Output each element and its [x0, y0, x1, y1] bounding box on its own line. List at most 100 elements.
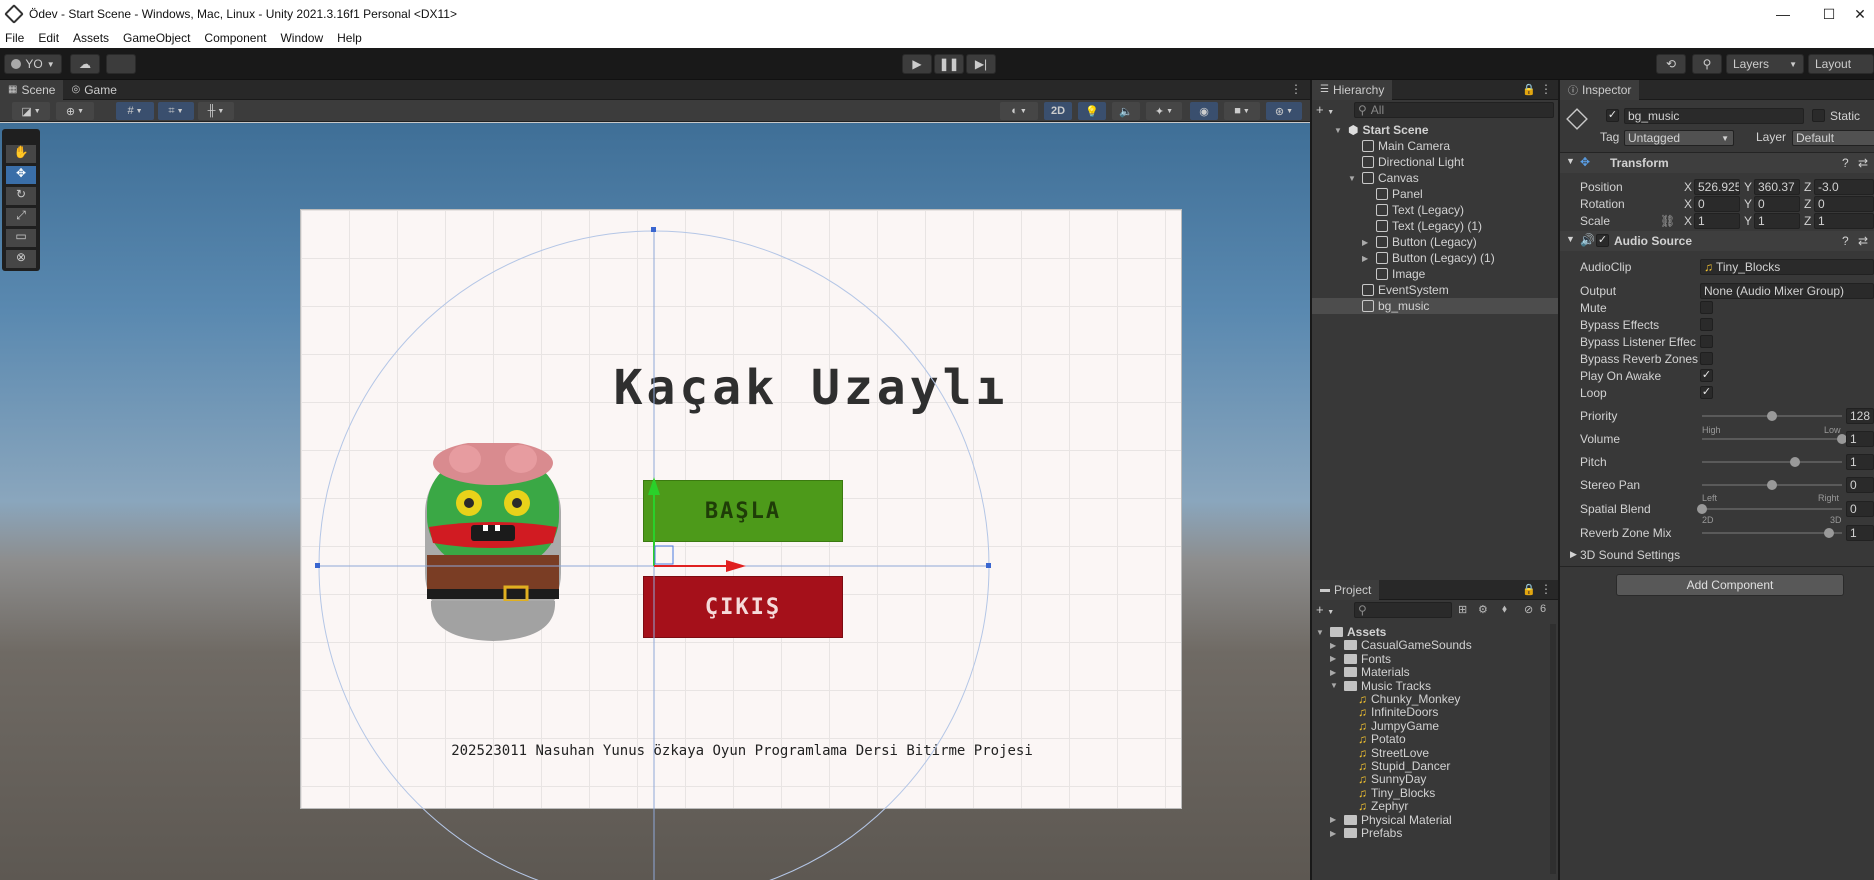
stereo-pan-value-field[interactable]: 0: [1846, 477, 1874, 493]
reverb-zone-mix-slider[interactable]: [1702, 528, 1842, 538]
draw-mode-button[interactable]: ◪ ▼: [12, 102, 50, 120]
expand-down-icon[interactable]: ▼: [1330, 681, 1340, 690]
expand-right-icon[interactable]: ▶: [1330, 654, 1340, 663]
settings-icon[interactable]: ⇄: [1858, 234, 1868, 248]
slider-handle[interactable]: [1824, 528, 1835, 538]
loop-checkbox[interactable]: ✓: [1700, 386, 1713, 399]
spatial-blend-slider[interactable]: [1697, 504, 1842, 514]
close-icon[interactable]: ✕: [1846, 0, 1874, 28]
tag-dropdown[interactable]: Untagged ▼: [1624, 130, 1734, 146]
start-button[interactable]: BAŞLA: [643, 480, 843, 542]
rotate-tool-icon[interactable]: ↻: [6, 187, 36, 205]
snap-increment-button[interactable]: ⌗ ▼: [158, 102, 194, 120]
menu-file[interactable]: File: [0, 31, 31, 45]
exit-button[interactable]: ÇIKIŞ: [643, 576, 843, 638]
account-button[interactable]: YO ▼: [4, 54, 62, 74]
audio-toggle[interactable]: 🔈: [1112, 102, 1140, 120]
global-toggle-button[interactable]: ⊕ ▼: [56, 102, 94, 120]
lighting-toggle[interactable]: 💡: [1078, 102, 1106, 120]
settings-icon[interactable]: ⇄: [1858, 156, 1868, 170]
tab-game[interactable]: ◎ Game: [63, 80, 124, 100]
search-button[interactable]: ⚲: [1692, 54, 1722, 74]
collab-button[interactable]: [106, 54, 136, 74]
visibility-toggle[interactable]: ◉: [1190, 102, 1218, 120]
scale-tool-icon[interactable]: ⤢: [6, 208, 36, 226]
history-button[interactable]: ⟲: [1656, 54, 1686, 74]
footer-credit-text[interactable]: 202523011 Nasuhan Yunus özkaya Oyun Prog…: [301, 743, 1183, 759]
mute-checkbox[interactable]: [1700, 301, 1713, 314]
tab-hierarchy[interactable]: ☰ Hierarchy: [1312, 79, 1393, 100]
bypass-effects-checkbox[interactable]: [1700, 318, 1713, 331]
pitch-value-field[interactable]: 1: [1846, 454, 1874, 470]
menu-window[interactable]: Window: [273, 31, 330, 45]
hierarchy-item[interactable]: Text (Legacy) (1): [1362, 218, 1482, 234]
step-button[interactable]: ▶|: [966, 54, 996, 74]
add-component-button[interactable]: Add Component: [1616, 574, 1844, 596]
type-filter-icon[interactable]: ⚙: [1478, 603, 1488, 616]
gizmos-button[interactable]: ⊛ ▼: [1266, 102, 1302, 120]
hierarchy-search-input[interactable]: ⚲ All: [1354, 102, 1554, 118]
stereo-pan-slider[interactable]: [1702, 480, 1842, 490]
layout-dropdown[interactable]: Layout: [1808, 54, 1874, 74]
bypass-listener-checkbox[interactable]: [1700, 335, 1713, 348]
expand-down-icon[interactable]: ▼: [1348, 174, 1358, 183]
hierarchy-item[interactable]: Main Camera: [1348, 138, 1450, 154]
position-x-field[interactable]: 526.925: [1694, 179, 1740, 195]
project-search-input[interactable]: ⚲: [1354, 602, 1452, 618]
mode-2d-toggle[interactable]: 2D: [1044, 102, 1072, 120]
transform-component-header[interactable]: ▼ ✥ Transform ? ⇄: [1560, 153, 1874, 173]
object-name-field[interactable]: bg_music: [1624, 108, 1804, 124]
label-filter-icon[interactable]: ⬧: [1502, 603, 1507, 616]
menu-gameobject[interactable]: GameObject: [116, 31, 197, 45]
slider-handle[interactable]: [1767, 411, 1777, 421]
layers-dropdown[interactable]: Layers ▼: [1726, 54, 1804, 74]
lock-icon[interactable]: 🔒: [1522, 583, 1536, 596]
scale-z-field[interactable]: 1: [1814, 213, 1874, 229]
menu-component[interactable]: Component: [197, 31, 273, 45]
position-y-field[interactable]: 360.37: [1754, 179, 1800, 195]
tab-inspector[interactable]: ⓘ Inspector: [1560, 79, 1640, 100]
scene-viewport[interactable]: ✋ ✥ ↻ ⤢ ▭ ⊗ Kaçak Uzaylı BAŞLA ÇIKIŞ 202…: [0, 123, 1310, 880]
menu-help[interactable]: Help: [330, 31, 369, 45]
hierarchy-item[interactable]: Text (Legacy): [1362, 202, 1464, 218]
help-icon[interactable]: ?: [1842, 234, 1849, 248]
lock-icon[interactable]: 🔒: [1522, 83, 1536, 96]
volume-value-field[interactable]: 1: [1846, 431, 1874, 447]
priority-slider[interactable]: [1702, 411, 1842, 421]
sound-settings-foldout[interactable]: ▶ 3D Sound Settings: [1564, 546, 1764, 564]
active-checkbox[interactable]: ✓: [1606, 109, 1619, 122]
align-button[interactable]: ╫ ▼: [198, 102, 234, 120]
audio-source-component-header[interactable]: ▼ 🔊 ✓ Audio Source ? ⇄: [1560, 231, 1874, 251]
scale-y-field[interactable]: 1: [1754, 213, 1800, 229]
search-filter-icon[interactable]: ⊞: [1458, 603, 1467, 616]
menu-assets[interactable]: Assets: [66, 31, 116, 45]
more-menu-icon[interactable]: ⋮: [1540, 82, 1552, 96]
hierarchy-item[interactable]: EventSystem: [1348, 282, 1449, 298]
slider-handle[interactable]: [1767, 480, 1777, 490]
ui-canvas[interactable]: Kaçak Uzaylı BAŞLA ÇIKIŞ 202523011 Nasuh…: [300, 209, 1182, 809]
game-title-text[interactable]: Kaçak Uzaylı: [531, 360, 1091, 416]
rect-tool-icon[interactable]: ▭: [6, 229, 36, 247]
hand-tool-icon[interactable]: ✋: [6, 145, 36, 163]
expand-right-icon[interactable]: ▶: [1330, 815, 1340, 824]
effects-toggle[interactable]: ✦ ▼: [1146, 102, 1182, 120]
rotation-x-field[interactable]: 0: [1694, 196, 1740, 212]
reverb-zone-mix-value-field[interactable]: 1: [1846, 525, 1874, 541]
pitch-slider[interactable]: [1702, 457, 1842, 467]
add-object-button[interactable]: + ▼: [1316, 102, 1344, 118]
expand-down-icon[interactable]: ▼: [1334, 126, 1344, 135]
folder-item[interactable]: ▶ Prefabs: [1330, 825, 1402, 841]
slider-handle[interactable]: [1697, 504, 1707, 514]
priority-value-field[interactable]: 128: [1846, 408, 1874, 424]
rotation-z-field[interactable]: 0: [1814, 196, 1874, 212]
audio-source-enabled-checkbox[interactable]: ✓: [1596, 234, 1609, 247]
more-menu-icon[interactable]: ⋮: [1290, 82, 1302, 96]
output-field[interactable]: None (Audio Mixer Group): [1700, 283, 1874, 299]
hierarchy-item[interactable]: ▶ Button (Legacy): [1362, 234, 1477, 250]
tab-project[interactable]: ▬ Project: [1312, 579, 1380, 600]
expand-right-icon[interactable]: ▶: [1330, 829, 1340, 838]
hierarchy-item[interactable]: ▼ ⬢ Start Scene: [1334, 122, 1429, 138]
rotation-y-field[interactable]: 0: [1754, 196, 1800, 212]
play-on-awake-checkbox[interactable]: ✓: [1700, 369, 1713, 382]
hierarchy-item[interactable]: ▶ Button (Legacy) (1): [1362, 250, 1495, 266]
